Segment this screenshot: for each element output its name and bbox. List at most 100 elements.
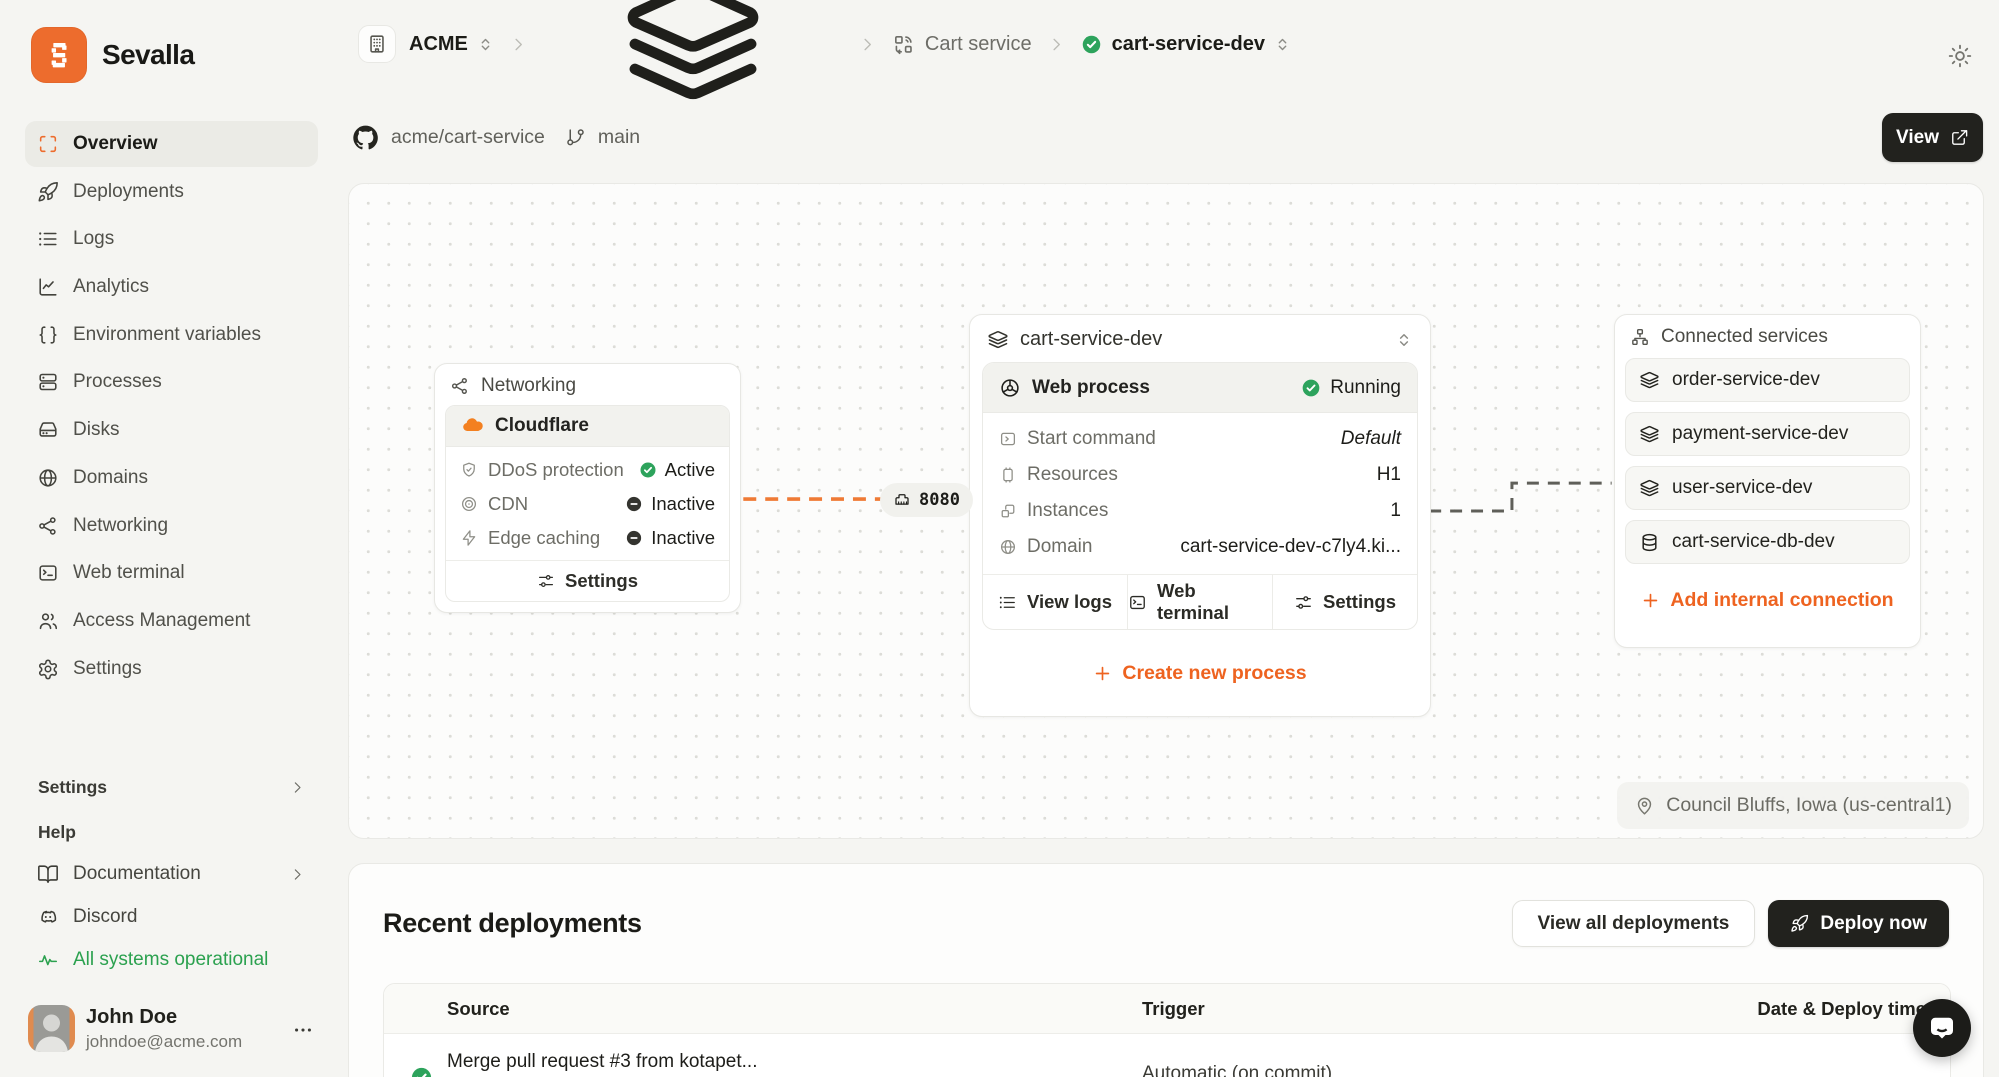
breadcrumb-app[interactable]: Cart service: [892, 33, 1032, 56]
service-name: cart-service-db-dev: [1672, 531, 1835, 553]
chevron-right-icon: [289, 866, 306, 883]
scan-icon: [37, 133, 59, 155]
chat-widget-button[interactable]: [1913, 999, 1971, 1057]
brand-logo[interactable]: Sevalla: [31, 27, 194, 83]
sun-icon[interactable]: [1947, 43, 1973, 69]
discord-icon: [37, 906, 59, 928]
share-nodes-icon: [450, 376, 470, 396]
github-icon: [352, 124, 379, 151]
repo-link[interactable]: acme/cart-service: [391, 126, 545, 149]
connected-service-order[interactable]: order-service-dev: [1625, 358, 1910, 402]
sidebar-item-overview[interactable]: Overview: [25, 121, 318, 167]
sidebar-item-processes[interactable]: Processes: [25, 359, 318, 405]
minus-circle-icon: [625, 529, 643, 547]
networking-card-header: Networking: [435, 364, 740, 405]
ethernet-icon: [893, 491, 911, 509]
check-circle-icon: [1081, 34, 1102, 55]
sidebar-item-settings[interactable]: Settings: [25, 646, 318, 692]
shield-check-icon: [460, 461, 478, 479]
connected-services-card: Connected services order-service-dev pay…: [1614, 314, 1921, 648]
cloudflare-features: DDoS protection Active CDN Inactive Edge…: [446, 447, 729, 555]
recent-deployments-section: Recent deployments View all deployments …: [348, 863, 1984, 1077]
service-card-header: cart-service-dev: [970, 315, 1430, 360]
sidebar-item-label: Environment variables: [73, 324, 261, 346]
add-internal-connection-button[interactable]: Add internal connection: [1615, 574, 1920, 626]
sidebar-item-discord[interactable]: Discord: [25, 896, 318, 938]
database-icon: [1639, 532, 1660, 553]
sidebar-item-documentation[interactable]: Documentation: [25, 853, 318, 895]
sidebar-settings-section[interactable]: Settings: [25, 777, 318, 798]
sevalla-logo-icon: [31, 27, 87, 83]
view-button[interactable]: View: [1882, 113, 1983, 162]
process-wheel-icon: [999, 377, 1021, 399]
rocket-icon: [37, 181, 59, 203]
drive-icon: [37, 419, 59, 441]
service-name: user-service-dev: [1672, 477, 1812, 499]
connected-service-payment[interactable]: payment-service-dev: [1625, 412, 1910, 456]
sidebar-item-web-terminal[interactable]: Web terminal: [25, 550, 318, 596]
user-menu[interactable]: John Doe johndoe@acme.com: [25, 1005, 318, 1055]
globe-icon: [37, 467, 59, 489]
app-map-icon: [892, 33, 915, 56]
column-source: Source: [447, 998, 1142, 1020]
connected-services-header: Connected services: [1615, 315, 1920, 356]
status-badge: Inactive: [651, 493, 715, 515]
list-icon: [37, 228, 59, 250]
sidebar-item-label: Networking: [73, 515, 168, 537]
sidebar-item-access-management[interactable]: Access Management: [25, 598, 318, 644]
sidebar-item-logs[interactable]: Logs: [25, 216, 318, 262]
connected-service-user[interactable]: user-service-dev: [1625, 466, 1910, 510]
status-badge: Inactive: [651, 527, 715, 549]
env-name: cart-service-dev: [1112, 33, 1265, 56]
breadcrumb-org[interactable]: ACME: [358, 25, 494, 63]
create-process-label: Create new process: [1122, 662, 1306, 685]
feature-row: DDoS protection Active: [446, 453, 729, 487]
layers-icon[interactable]: [543, 0, 843, 119]
networking-settings-button[interactable]: Settings: [446, 561, 729, 601]
view-logs-button[interactable]: View logs: [983, 575, 1127, 629]
table-row[interactable]: Merge pull request #3 from kotapet... Au…: [384, 1034, 1950, 1077]
detail-value: 1: [1390, 500, 1401, 522]
process-details: Start command Default Resources H1 Insta…: [983, 413, 1417, 569]
service-name: payment-service-dev: [1672, 423, 1848, 445]
sidebar-item-analytics[interactable]: Analytics: [25, 264, 318, 310]
gear-icon: [37, 658, 59, 680]
create-new-process-button[interactable]: Create new process: [970, 630, 1430, 716]
service-name: order-service-dev: [1672, 369, 1820, 391]
chevrons-up-down-icon[interactable]: [1395, 331, 1413, 349]
sliders-icon: [537, 572, 555, 590]
sidebar-item-domains[interactable]: Domains: [25, 455, 318, 501]
chevrons-up-down-icon[interactable]: [1274, 36, 1291, 53]
date-cell: 11/04/2025, 8:41 AM: [1723, 1056, 1950, 1077]
app-name: Cart service: [925, 33, 1032, 56]
status-badge: Running: [1330, 377, 1401, 399]
sidebar-item-environment-variables[interactable]: Environment variables: [25, 312, 318, 358]
layers-icon: [987, 329, 1009, 351]
view-all-deployments-button[interactable]: View all deployments: [1512, 900, 1756, 947]
web-terminal-button[interactable]: Web terminal: [1127, 575, 1272, 629]
system-status-link[interactable]: All systems operational: [25, 939, 318, 981]
view-all-label: View all deployments: [1538, 913, 1730, 935]
running-status: Running: [1301, 377, 1401, 399]
connected-service-db[interactable]: cart-service-db-dev: [1625, 520, 1910, 564]
region-badge: Council Bluffs, Iowa (us-central1): [1617, 782, 1969, 829]
feature-label: Edge caching: [488, 527, 600, 549]
check-circle-icon: [1301, 378, 1321, 398]
braces-icon: [37, 324, 59, 346]
sidebar-item-networking[interactable]: Networking: [25, 503, 318, 549]
ellipsis-icon[interactable]: [292, 1019, 314, 1041]
sidebar-item-deployments[interactable]: Deployments: [25, 169, 318, 215]
region-label: Council Bluffs, Iowa (us-central1): [1666, 794, 1952, 817]
building-icon: [358, 25, 396, 63]
sevalla-app: Sevalla Overview Deployments Logs Analyt…: [0, 0, 1999, 1077]
deploy-now-button[interactable]: Deploy now: [1768, 900, 1949, 947]
sidebar: Sevalla Overview Deployments Logs Analyt…: [0, 0, 338, 1077]
process-settings-button[interactable]: Settings: [1272, 575, 1417, 629]
domain-value[interactable]: cart-service-dev-c7ly4.ki...: [1180, 536, 1401, 558]
plus-icon: [1093, 664, 1112, 683]
chevrons-up-down-icon[interactable]: [477, 36, 494, 53]
breadcrumb-env[interactable]: cart-service-dev: [1081, 33, 1291, 56]
sidebar-item-disks[interactable]: Disks: [25, 407, 318, 453]
view-button-label: View: [1896, 127, 1939, 149]
detail-value: Default: [1341, 428, 1401, 450]
